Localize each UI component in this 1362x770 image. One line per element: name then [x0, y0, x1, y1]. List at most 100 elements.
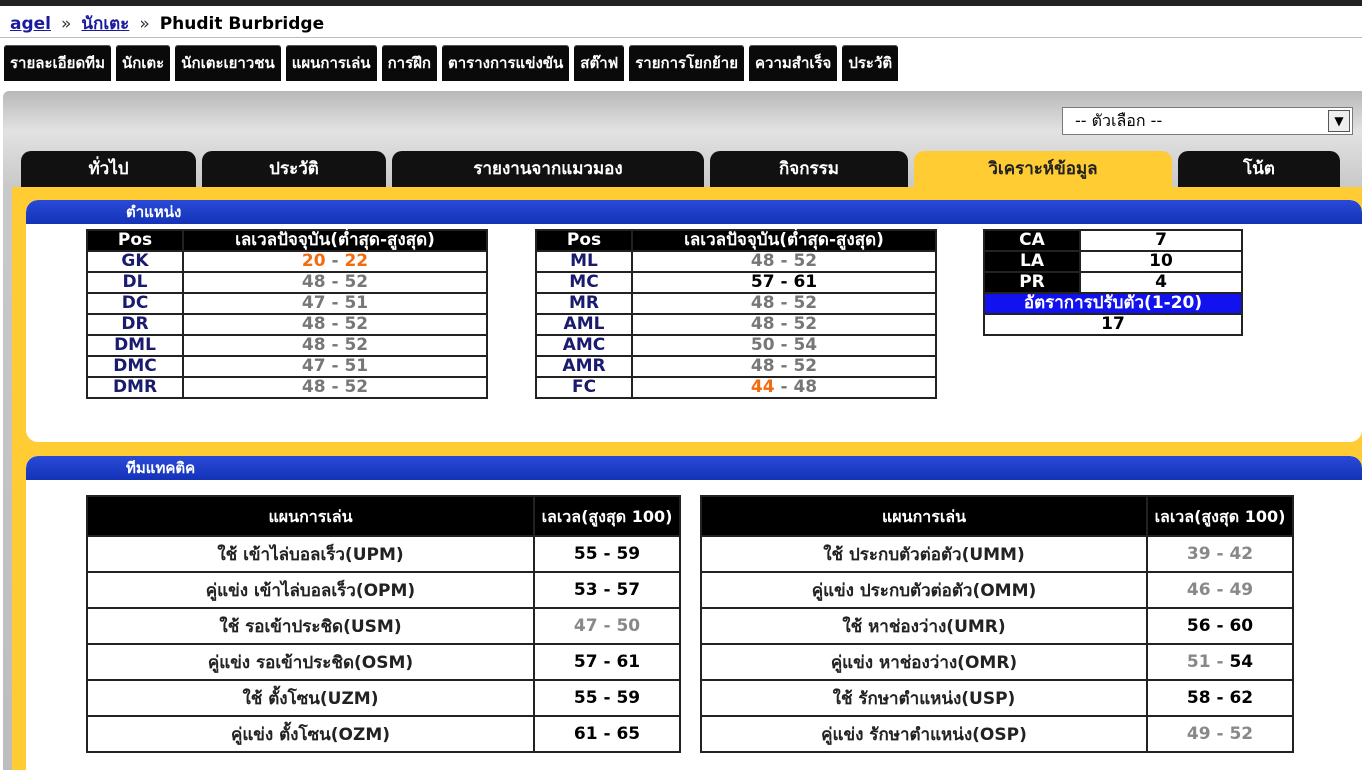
tactic-name: ใช้ ประกบตัวต่อตัว(UMM) — [700, 535, 1148, 573]
level-dash: - — [597, 688, 617, 708]
level-max: 52 — [344, 314, 369, 334]
level-dash: - — [325, 251, 345, 271]
level-min: 58 — [1186, 688, 1211, 708]
level-min: 48 — [750, 293, 775, 313]
table-row: คู่แข่ง รักษาตำแหน่ง(OSP) 49 - 52 — [700, 715, 1294, 753]
level-max: 59 — [616, 544, 641, 564]
level-dash: - — [774, 293, 794, 313]
column-header-pos: Pos — [86, 229, 184, 252]
tactic-level: 55 - 59 — [533, 535, 681, 573]
position-level: 48 - 52 — [182, 376, 488, 399]
tab-history[interactable]: ประวัติ — [202, 151, 386, 187]
menu-item-youth-players[interactable]: นักเตะเยาวชน — [175, 45, 281, 81]
position-code: DML — [86, 334, 184, 357]
menu-item-achievements[interactable]: ความสำเร็จ — [749, 45, 838, 81]
position-level: 48 - 52 — [182, 313, 488, 336]
position-level: 48 - 52 — [631, 355, 937, 378]
breadcrumb-link-team[interactable]: agel — [10, 14, 51, 34]
position-code: AMR — [535, 355, 633, 378]
menu-item-training[interactable]: การฝึก — [381, 45, 437, 81]
level-min: 49 — [1186, 724, 1211, 744]
level-max: 42 — [1229, 544, 1254, 564]
menu-item-staff[interactable]: สต๊าฟ — [574, 45, 625, 81]
tactic-level: 47 - 50 — [533, 607, 681, 645]
table-row: AMR 48 - 52 — [535, 355, 937, 378]
position-level: 48 - 52 — [631, 292, 937, 315]
tab-general[interactable]: ทั่วไป — [21, 151, 196, 187]
menu-item-fixtures[interactable]: ตารางการแข่งขัน — [442, 45, 570, 81]
level-min: 44 — [750, 377, 775, 397]
level-max: 52 — [793, 314, 818, 334]
tab-activities[interactable]: กิจกรรม — [710, 151, 908, 187]
level-min: 48 — [750, 356, 775, 376]
menu-item-tactics[interactable]: แผนการเล่น — [285, 45, 377, 81]
level-min: 39 — [1186, 544, 1211, 564]
level-min: 56 — [1186, 616, 1211, 636]
tactic-level: 39 - 42 — [1146, 535, 1294, 573]
breadcrumb-link-players[interactable]: นักเตะ — [81, 14, 129, 34]
positions-section: ตำแหน่ง Pos เลเวลปัจจุบัน(ต่ำสุด-สูงสุด)… — [26, 200, 1362, 442]
column-header-level: เลเวลปัจจุบัน(ต่ำสุด-สูงสุด) — [182, 229, 488, 252]
table-row: DML 48 - 52 — [86, 334, 488, 357]
tactics-section: ทีมแทคติค แผนการเล่น เลเวล(สูงสุด 100) ใ… — [26, 456, 1362, 770]
menu-item-players[interactable]: นักเตะ — [115, 45, 171, 81]
position-level: 48 - 52 — [631, 250, 937, 273]
chevron-down-icon[interactable]: ▼ — [1328, 110, 1350, 132]
tactic-level: 46 - 49 — [1146, 571, 1294, 609]
level-dash: - — [325, 272, 345, 292]
breadcrumb-separator: » — [61, 14, 72, 34]
position-level: 57 - 61 — [631, 271, 937, 294]
positions-section-title: ตำแหน่ง — [26, 200, 1362, 224]
level-max: 52 — [344, 335, 369, 355]
level-dash: - — [774, 251, 794, 271]
table-row: AML 48 - 52 — [535, 313, 937, 336]
level-min: 48 — [301, 314, 326, 334]
table-row: คู่แข่ง รอเข้าประชิด(OSM) 57 - 61 — [86, 643, 681, 681]
position-level: 48 - 52 — [182, 334, 488, 357]
tactics-section-title: ทีมแทคติค — [26, 456, 1362, 480]
table-row: AMC 50 - 54 — [535, 334, 937, 357]
table-row: MC 57 - 61 — [535, 271, 937, 294]
tactics-table-left: แผนการเล่น เลเวล(สูงสุด 100) ใช้ เข้าไล่… — [86, 495, 681, 753]
breadcrumb: agel » นักเตะ » Phudit Burbridge — [10, 10, 324, 34]
tactic-name: คู่แข่ง หาช่องว่าง(OMR) — [700, 643, 1148, 681]
options-select[interactable]: -- ตัวเลือก -- ▼ — [1062, 107, 1353, 135]
level-dash: - — [1210, 688, 1230, 708]
column-header-level: เลเวล(สูงสุด 100) — [1146, 495, 1294, 537]
tab-notes[interactable]: โน้ต — [1178, 151, 1340, 187]
level-min: 47 — [301, 293, 326, 313]
level-dash: - — [1210, 652, 1230, 672]
level-min: 48 — [750, 251, 775, 271]
level-dash: - — [325, 335, 345, 355]
menu-item-history[interactable]: ประวัติ — [842, 45, 899, 81]
menu-item-transfers[interactable]: รายการโยกย้าย — [629, 45, 745, 81]
position-level: 50 - 54 — [631, 334, 937, 357]
positions-table-right: Pos เลเวลปัจจุบัน(ต่ำสุด-สูงสุด) ML 48 - … — [535, 229, 937, 399]
ca-label: CA — [983, 229, 1081, 252]
position-code: MC — [535, 271, 633, 294]
tactic-level: 55 - 59 — [533, 679, 681, 717]
level-dash: - — [325, 314, 345, 334]
tab-scout-report[interactable]: รายงานจากแมวมอง — [392, 151, 704, 187]
position-code: GK — [86, 250, 184, 273]
table-row: ใช้ เข้าไล่บอลเร็ว(UPM) 55 - 59 — [86, 535, 681, 573]
level-dash: - — [597, 580, 617, 600]
tactic-name: คู่แข่ง ประกบตัวต่อตัว(OMM) — [700, 571, 1148, 609]
level-max: 65 — [616, 724, 641, 744]
level-min: 55 — [573, 688, 598, 708]
tab-content: ตำแหน่ง Pos เลเวลปัจจุบัน(ต่ำสุด-สูงสุด)… — [12, 187, 1362, 770]
main-menu: รายละเอียดทีม นักเตะ นักเตะเยาวชน แผนการ… — [4, 45, 899, 83]
column-header-pos: Pos — [535, 229, 633, 252]
level-dash: - — [597, 652, 617, 672]
tab-analysis[interactable]: วิเคราะห์ข้อมูล — [914, 151, 1172, 187]
level-dash: - — [1210, 580, 1230, 600]
table-row: DMC 47 - 51 — [86, 355, 488, 378]
position-level: 47 - 51 — [182, 292, 488, 315]
level-min: 47 — [301, 356, 326, 376]
menu-item-team-details[interactable]: รายละเอียดทีม — [4, 45, 111, 81]
tactic-name: คู่แข่ง รักษาตำแหน่ง(OSP) — [700, 715, 1148, 753]
level-min: 61 — [573, 724, 598, 744]
table-row: ใช้ รักษาตำแหน่ง(USP) 58 - 62 — [700, 679, 1294, 717]
tactic-level: 58 - 62 — [1146, 679, 1294, 717]
tactic-name: คู่แข่ง รอเข้าประชิด(OSM) — [86, 643, 535, 681]
